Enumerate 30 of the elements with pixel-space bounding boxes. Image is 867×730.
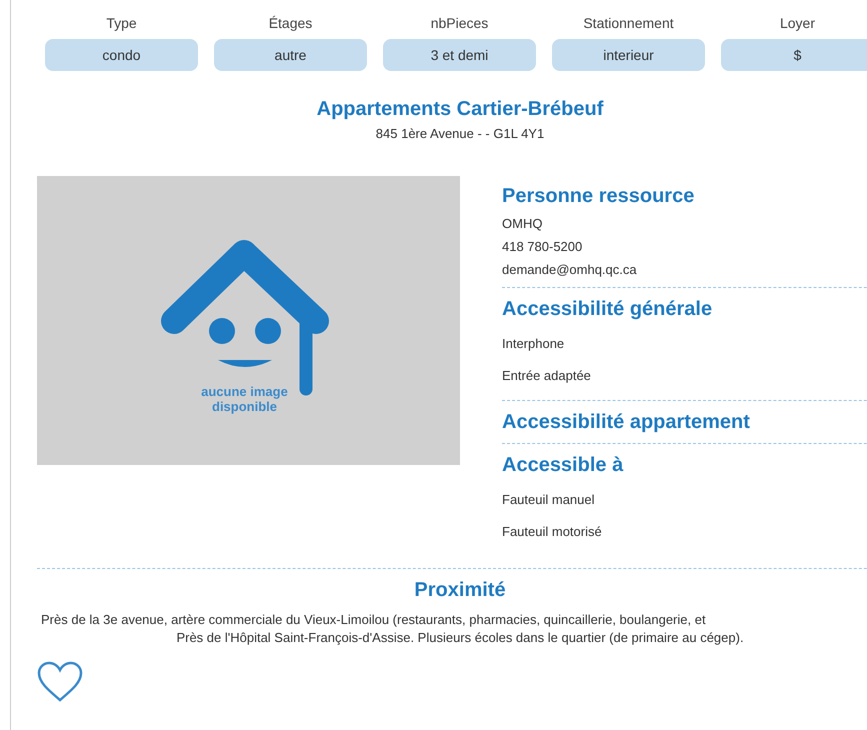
contact-line: 418 780-5200: [502, 238, 584, 256]
filter-label: Stationnement: [583, 14, 674, 32]
filter-label: Étages: [268, 14, 312, 32]
filter-select[interactable]: interieur: [552, 39, 705, 71]
feature-item: Fauteuil manuel: [502, 490, 596, 508]
section-heading: Personne ressource: [502, 184, 696, 208]
filter-select[interactable]: autre: [214, 39, 367, 71]
filter-label: nbPieces: [430, 14, 488, 32]
section-heading: Proximité: [414, 578, 506, 602]
feature-item: Fauteuil motorisé: [502, 522, 603, 540]
heart-icon[interactable]: [37, 660, 83, 702]
feature-item: Entrée adaptée: [502, 366, 592, 385]
filter-select[interactable]: condo: [45, 39, 198, 71]
proximity-text: Près de la 3e avenue, artère commerciale du Vieux-Limoilou (restaurants, pharmacies, quincaillerie, boulangerie, et: [41, 610, 706, 628]
listing-title: Appartements Cartier-Brébeuf: [316, 97, 604, 121]
filter-label: Type: [106, 14, 137, 32]
proximity-text: Près de l'Hôpital Saint-François-d'Assise. Plusieurs écoles dans le quartier (de primaire au cégep).: [176, 628, 744, 646]
contact-line: demande@omhq.qc.ca: [502, 260, 638, 279]
filter-select[interactable]: 3 et demi: [383, 39, 536, 71]
feature-item: Interphone: [502, 334, 566, 353]
section-heading: Accessibilité appartement: [502, 410, 751, 434]
caption-text: aucune image: [201, 384, 288, 398]
filter-select[interactable]: $: [721, 39, 867, 71]
caption-text: disponible: [212, 398, 277, 414]
contact-line: OMHQ: [502, 214, 544, 232]
section-heading: Accessible à: [502, 452, 624, 478]
listing-address: 845 1ère Avenue - - G1L 4Y1: [376, 125, 544, 143]
section-heading: Accessibilité générale: [502, 296, 714, 322]
house-icon: [160, 238, 330, 398]
filter-label: Loyer: [780, 14, 816, 32]
